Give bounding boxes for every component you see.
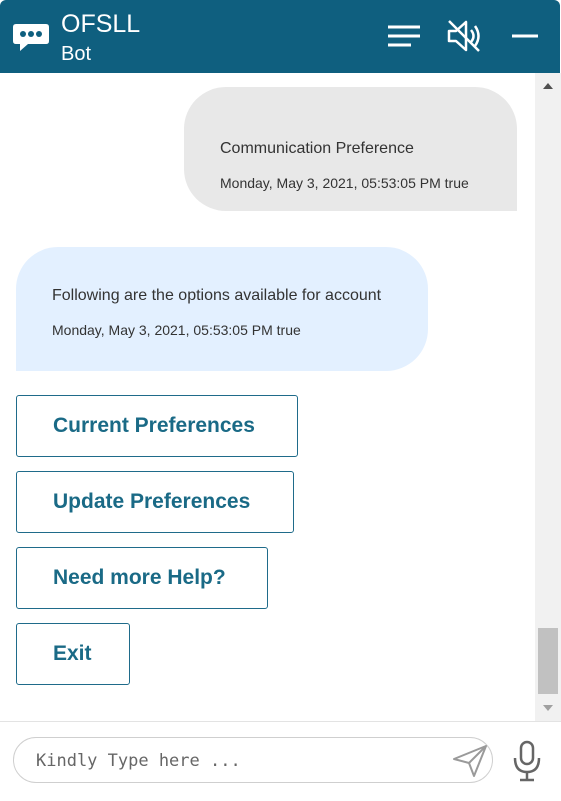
message-input-container (13, 737, 493, 783)
scroll-down-arrow-icon[interactable] (543, 705, 553, 711)
scrollbar-thumb[interactable] (538, 628, 558, 694)
current-preferences-button[interactable]: Current Preferences (16, 395, 298, 457)
message-text: Communication Preference (220, 140, 414, 157)
user-message: Communication Preference Monday, May 3, … (184, 87, 517, 211)
exit-button[interactable]: Exit (16, 623, 130, 685)
microphone-icon[interactable] (512, 740, 542, 782)
message-timestamp: Monday, May 3, 2021, 05:53:05 PM true (52, 322, 301, 338)
chat-header: OFSLL Bot (0, 0, 560, 73)
scroll-up-arrow-icon[interactable] (543, 83, 553, 89)
chat-bubble-icon (13, 24, 49, 51)
send-icon[interactable] (452, 744, 488, 778)
message-input[interactable] (34, 746, 428, 776)
chat-footer (0, 721, 561, 801)
bot-subtitle: Bot (61, 43, 92, 65)
minimize-icon[interactable] (506, 18, 542, 54)
bot-message: Following are the options available for … (16, 247, 428, 371)
menu-icon[interactable] (386, 18, 422, 54)
update-preferences-button[interactable]: Update Preferences (16, 471, 294, 533)
message-text: Following are the options available for … (52, 287, 382, 304)
bot-title: OFSLL (61, 10, 141, 38)
message-timestamp: Monday, May 3, 2021, 05:53:05 PM true (220, 175, 469, 191)
need-more-help-button[interactable]: Need more Help? (16, 547, 268, 609)
speaker-muted-icon[interactable] (446, 18, 482, 54)
chat-transcript: Communication Preference Monday, May 3, … (0, 73, 535, 721)
scrollbar[interactable] (535, 73, 561, 721)
